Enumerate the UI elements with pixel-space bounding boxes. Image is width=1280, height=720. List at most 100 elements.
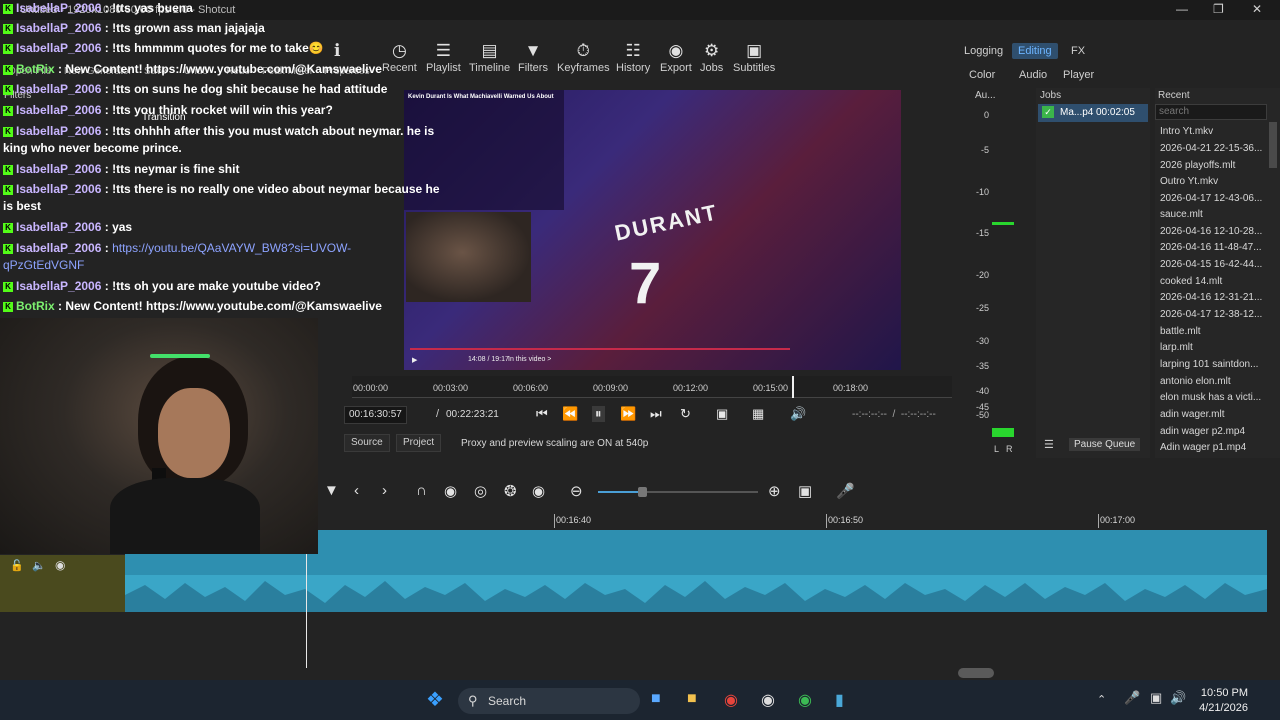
- mute-icon[interactable]: 🔈: [32, 559, 46, 572]
- toolbar-playlist[interactable]: ☰ Playlist: [426, 40, 461, 74]
- scrubber-ruler[interactable]: 00:00:00 00:03:00 00:06:00 00:09:00 00:1…: [352, 376, 952, 398]
- recent-item[interactable]: 2026-04-16 12-10-28...: [1160, 226, 1272, 237]
- recent-item[interactable]: sauce.mlt: [1160, 209, 1272, 220]
- layout-fx[interactable]: FX: [1065, 43, 1091, 59]
- obs-icon[interactable]: ◉: [761, 690, 775, 710]
- position-timecode[interactable]: 00:16:30:57: [344, 406, 407, 424]
- layout-player[interactable]: Player: [1057, 67, 1100, 83]
- eye-icon[interactable]: ◉: [55, 558, 65, 572]
- skip-next-icon[interactable]: ⏭: [650, 406, 662, 422]
- recent-item[interactable]: Outro Yt.mkv: [1160, 176, 1272, 187]
- tab-source[interactable]: Source: [344, 434, 390, 452]
- layout-editing[interactable]: Editing: [1012, 43, 1058, 59]
- meter-label: 0: [983, 110, 989, 120]
- fast-forward-icon[interactable]: ⏩: [620, 406, 636, 422]
- gear-icon: ⚙: [704, 41, 720, 60]
- timeline-scrollbar[interactable]: [958, 668, 994, 678]
- recent-item[interactable]: 2026-04-17 12-38-12...: [1160, 309, 1272, 320]
- toolbar-history-label: History: [616, 62, 651, 74]
- kick-icon: K: [3, 3, 13, 14]
- timeline-ruler[interactable]: 00:16:40 00:16:50 00:17:00: [318, 510, 1280, 530]
- jobs-menu-icon[interactable]: ☰: [1044, 438, 1054, 451]
- snap-magnet-icon[interactable]: ∩: [416, 482, 427, 499]
- scrub-eye-icon[interactable]: ◉: [444, 482, 457, 500]
- grid-icon[interactable]: ▦: [752, 406, 764, 422]
- network-icon[interactable]: ▣: [1150, 690, 1162, 706]
- zoom-in-icon[interactable]: ⊕: [768, 482, 781, 500]
- ripple-markers-icon[interactable]: ◉: [532, 482, 545, 500]
- zoom-out-icon[interactable]: ⊖: [570, 482, 583, 500]
- recent-item[interactable]: Adin wager p1.mp4: [1160, 442, 1272, 453]
- recent-item[interactable]: elon musk has a victi...: [1160, 392, 1272, 403]
- taskbar-search[interactable]: ⚲ Search: [458, 688, 640, 714]
- ripple-all-icon[interactable]: ❂: [504, 482, 517, 500]
- recent-item[interactable]: 2026-04-16 11-48-47...: [1160, 242, 1272, 253]
- tray-chevron-icon[interactable]: ⌃: [1097, 693, 1106, 706]
- folder-icon[interactable]: ■: [687, 690, 697, 708]
- recent-item[interactable]: 2026-04-15 16-42-44...: [1160, 259, 1272, 270]
- toolbar-history[interactable]: ☷ History: [616, 40, 650, 74]
- scrubber-tick: 00:00:00: [353, 383, 389, 393]
- chrome-icon[interactable]: ◉: [724, 690, 738, 710]
- recent-item[interactable]: antonio elon.mlt: [1160, 376, 1272, 387]
- zoom-fit-timeline-icon[interactable]: ▣: [798, 482, 812, 500]
- scrubber-tick: 00:03:00: [433, 383, 469, 393]
- preview-jersey-name: DURANT: [612, 199, 721, 246]
- recent-item[interactable]: larping 101 saintdon...: [1160, 359, 1272, 370]
- system-clock[interactable]: 10:50 PM 4/21/2026: [1199, 686, 1248, 716]
- toolbar-filters[interactable]: ▼ Filters: [518, 40, 548, 74]
- toolbar-keyframes[interactable]: ⏱ Keyframes: [557, 40, 610, 74]
- chat-link[interactable]: https://youtu.be/QAaVAYW_BW8?si=UVOW-: [112, 241, 351, 255]
- skip-previous-icon[interactable]: ⏮: [536, 406, 548, 422]
- video-preview[interactable]: Kevin Durant Is What Machiavelli Warned …: [404, 90, 901, 370]
- tab-project[interactable]: Project: [396, 434, 442, 452]
- recent-item[interactable]: Intro Yt.mkv: [1160, 126, 1272, 137]
- record-audio-icon[interactable]: 🎤: [836, 482, 855, 500]
- previous-marker-icon[interactable]: ‹: [354, 482, 359, 499]
- recent-item[interactable]: larp.mlt: [1160, 342, 1272, 353]
- recent-search-input[interactable]: search: [1155, 104, 1267, 120]
- recent-item[interactable]: 2026-04-17 12-43-06...: [1160, 193, 1272, 204]
- scrubber-playhead[interactable]: [792, 376, 794, 398]
- rewind-icon[interactable]: ⏪: [562, 406, 578, 422]
- recent-item[interactable]: battle.mlt: [1160, 326, 1272, 337]
- toolbar-timeline[interactable]: ▤ Timeline: [469, 40, 510, 74]
- chat-message: K IsabellaP_2006 : !tts yas buena: [3, 1, 193, 15]
- recent-item[interactable]: 2026 playoffs.mlt: [1160, 160, 1272, 171]
- ripple-icon[interactable]: ◎: [474, 482, 487, 500]
- job-item[interactable]: ✓ Ma...p4 00:02:05: [1038, 104, 1148, 122]
- shotcut-icon[interactable]: ▮: [835, 690, 844, 710]
- zoom-fit-icon[interactable]: ▣: [716, 406, 728, 422]
- minimize-icon[interactable]: —: [1176, 2, 1188, 16]
- store-icon[interactable]: ■: [651, 690, 661, 708]
- recent-item[interactable]: adin wager.mlt: [1160, 409, 1272, 420]
- layout-color[interactable]: Color: [963, 67, 1001, 83]
- lock-icon[interactable]: 🔓: [10, 559, 24, 572]
- microphone-icon[interactable]: 🎤: [1124, 690, 1140, 706]
- layout-logging[interactable]: Logging: [958, 43, 1009, 59]
- chrome-profile-icon[interactable]: ◉: [798, 690, 812, 710]
- next-marker-icon[interactable]: ›: [382, 482, 387, 499]
- pause-icon[interactable]: ⏸: [592, 406, 605, 422]
- recent-item[interactable]: adin wager p2.mp4: [1160, 426, 1272, 437]
- recent-item[interactable]: 2026-04-16 12-31-21...: [1160, 292, 1272, 303]
- zoom-slider-handle[interactable]: [638, 487, 647, 497]
- windows-start-icon[interactable]: ❖: [426, 687, 444, 712]
- marker-icon[interactable]: ▼: [324, 482, 339, 499]
- toolbar-export[interactable]: ◉ Export: [660, 40, 692, 74]
- layout-audio[interactable]: Audio: [1013, 67, 1053, 83]
- volume-icon[interactable]: 🔊: [790, 406, 806, 422]
- loop-icon[interactable]: ↻: [680, 406, 691, 422]
- zoom-slider[interactable]: [598, 487, 758, 497]
- recent-item[interactable]: cooked 14.mlt: [1160, 276, 1272, 287]
- maximize-icon[interactable]: ❐: [1213, 2, 1224, 16]
- toolbar-subtitles[interactable]: ▣ Subtitles: [733, 40, 775, 74]
- speaker-icon[interactable]: 🔊: [1170, 690, 1186, 706]
- close-icon[interactable]: ✕: [1252, 2, 1262, 16]
- toolbar-jobs[interactable]: ⚙ Jobs: [700, 40, 723, 74]
- track-header[interactable]: 🔓 🔈 ◉: [0, 555, 125, 612]
- recent-item[interactable]: 2026-04-21 22-15-36...: [1160, 143, 1272, 154]
- kick-icon: K: [3, 43, 13, 54]
- pause-queue-button[interactable]: Pause Queue: [1069, 438, 1141, 451]
- job-time: 00:02:05: [1096, 107, 1135, 118]
